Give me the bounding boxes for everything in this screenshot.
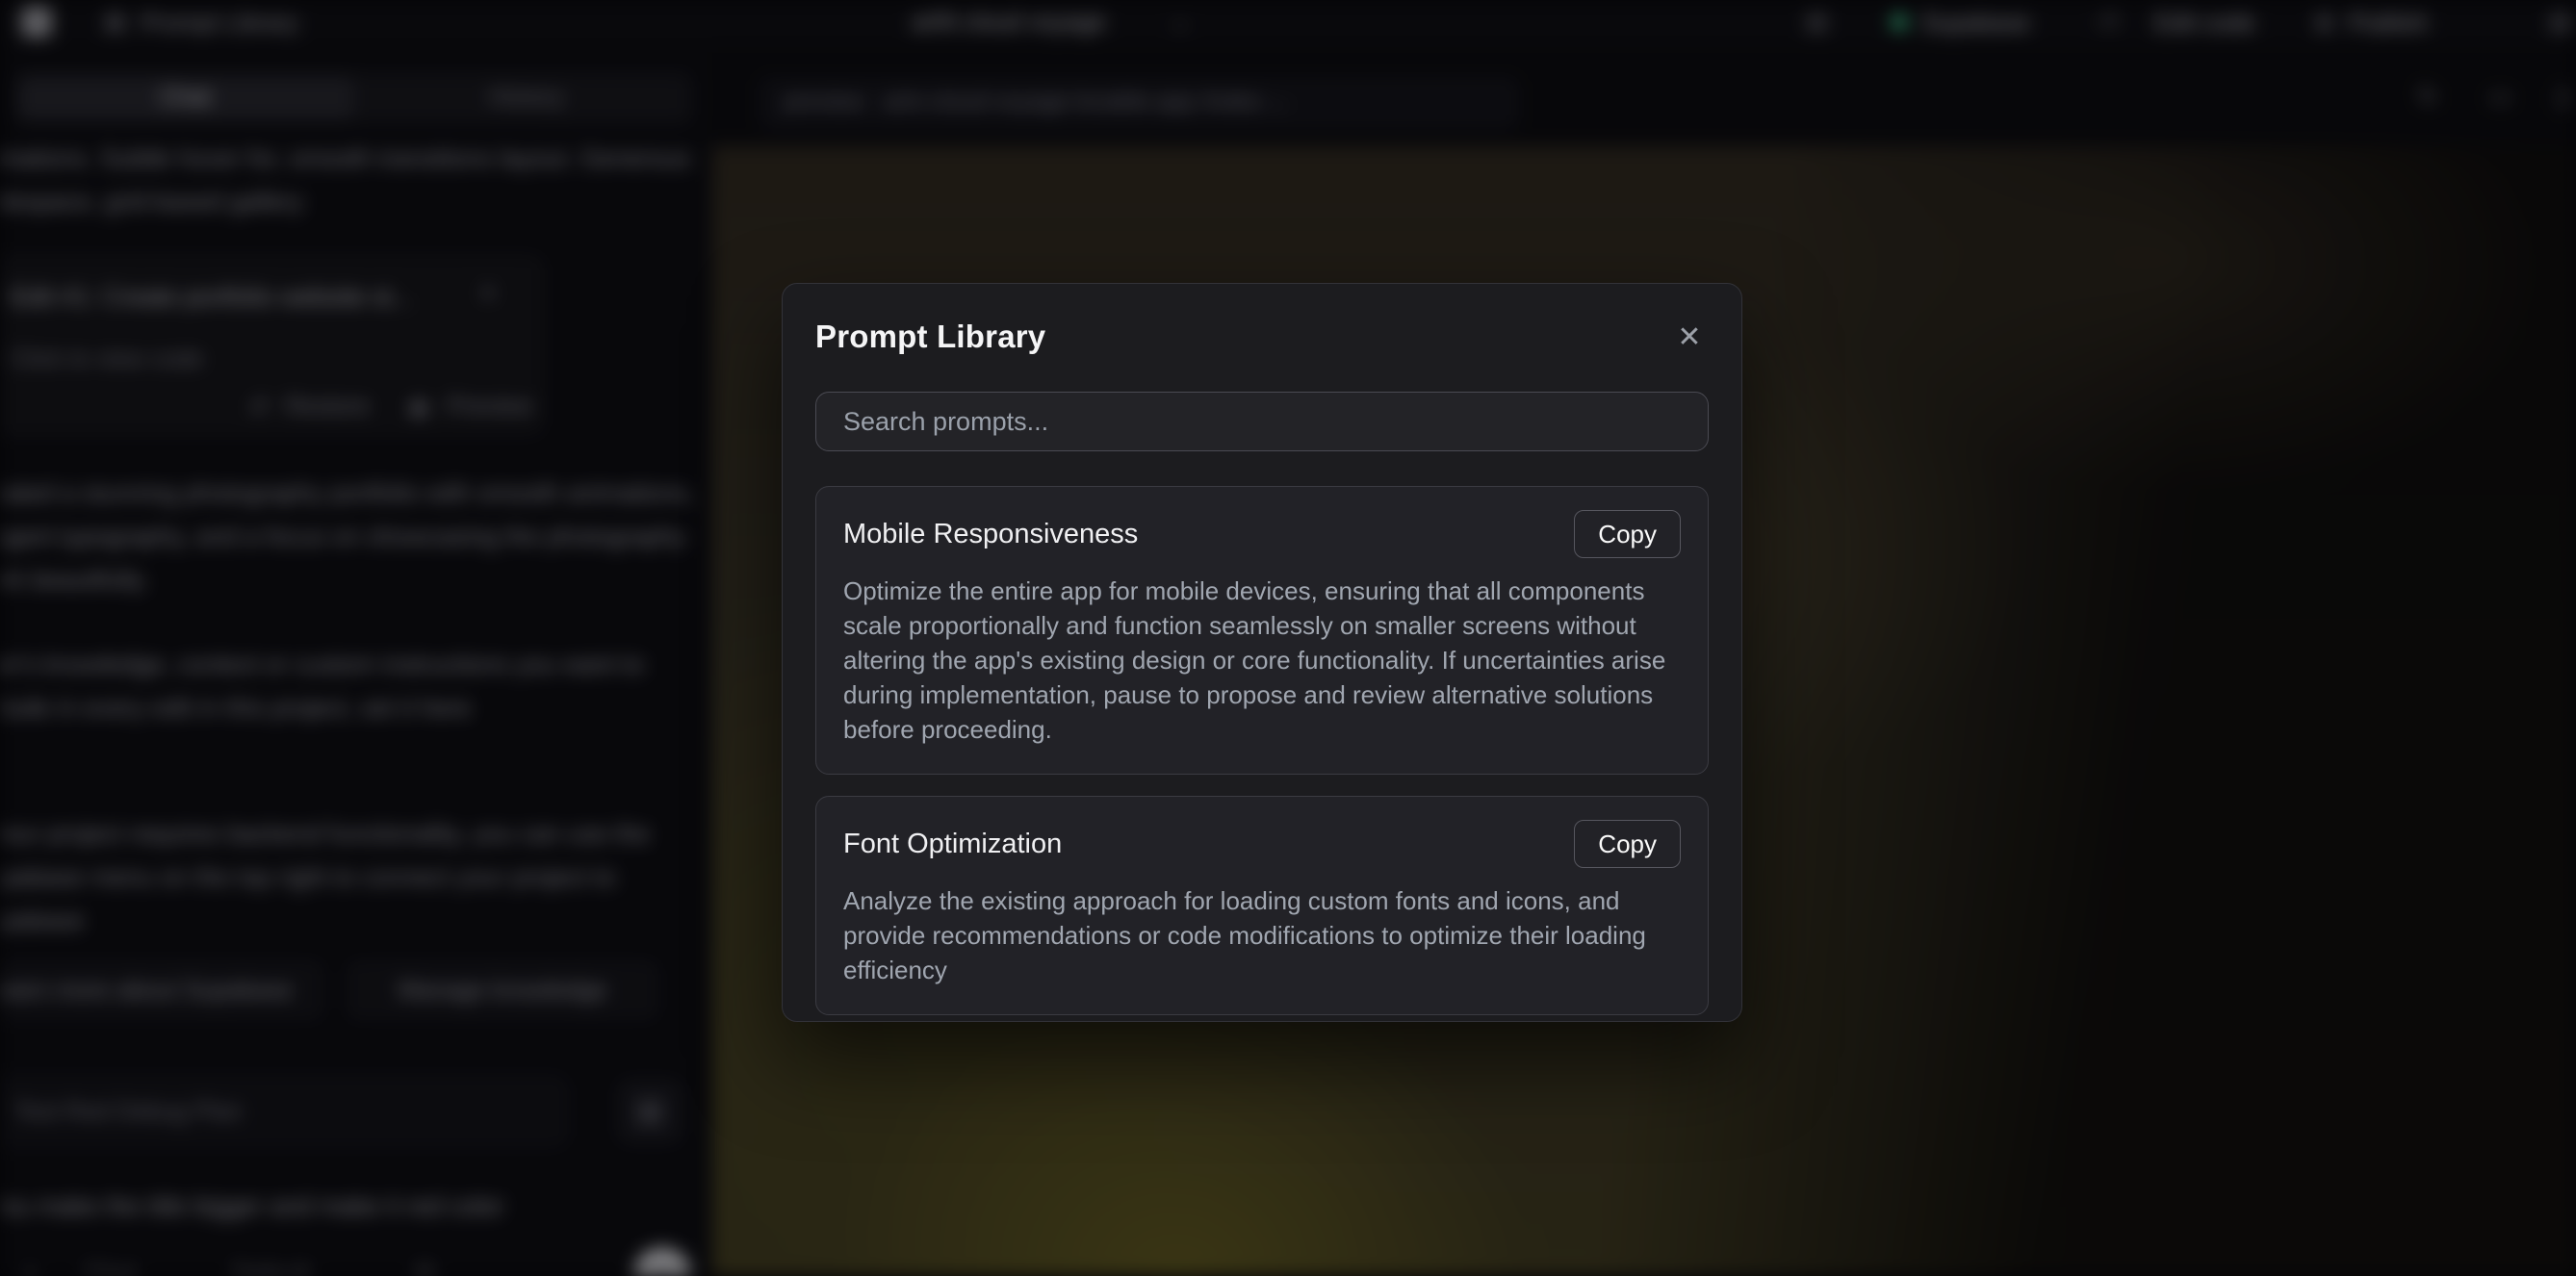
modal-header: Prompt Library ✕ [815,319,1709,363]
modal-title: Prompt Library [815,319,1709,355]
copy-button[interactable]: Copy [1574,510,1681,558]
search-input[interactable] [815,392,1709,451]
prompt-list: Mobile Responsiveness Copy Optimize the … [815,486,1709,1021]
prompt-library-modal: Prompt Library ✕ Mobile Responsiveness C… [782,283,1742,1022]
prompt-description: Analyze the existing approach for loadin… [843,883,1681,987]
copy-button[interactable]: Copy [1574,820,1681,868]
close-button[interactable]: ✕ [1668,317,1711,359]
prompt-card-mobile-responsiveness: Mobile Responsiveness Copy Optimize the … [815,486,1709,775]
prompt-card-font-optimization: Font Optimization Copy Analyze the exist… [815,796,1709,1015]
prompt-title: Font Optimization [843,829,1062,860]
prompt-title: Mobile Responsiveness [843,519,1138,550]
app-window: ▦ Prompt Library artN cloud voyage ⌄ ▤ S… [0,0,2576,1276]
prompt-description: Optimize the entire app for mobile devic… [843,574,1681,747]
